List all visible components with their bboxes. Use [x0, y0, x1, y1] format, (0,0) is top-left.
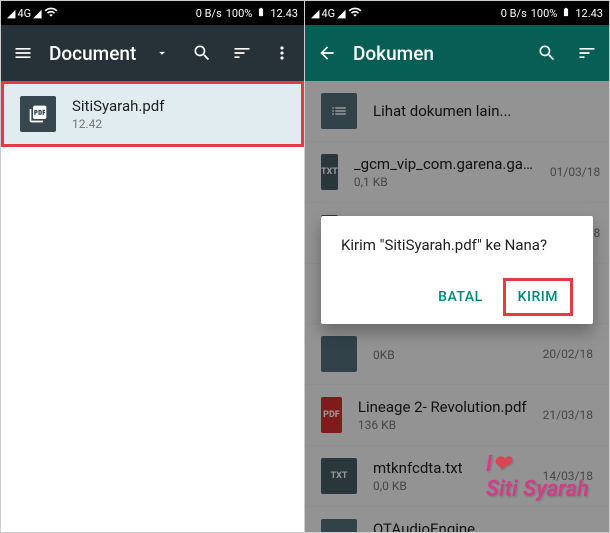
wifi-icon	[348, 5, 362, 22]
file-list: SitiSyarah.pdf 12.42	[1, 81, 304, 532]
menu-icon[interactable]	[13, 43, 33, 63]
cancel-button[interactable]: BATAL	[426, 278, 495, 316]
speed-label: 0 B/s	[196, 7, 222, 20]
signal-icon: ◢	[311, 7, 319, 20]
dialog-message: Kirim "SitiSyarah.pdf" ke Nana?	[341, 236, 573, 254]
signal-icon: ◢	[7, 7, 15, 20]
app-bar: Dokumen	[305, 25, 609, 81]
network-label: 4G	[17, 7, 31, 20]
status-bar: ◢ 4G ◢ 0 B/s 100% 12.43	[305, 1, 609, 25]
sort-icon[interactable]	[232, 43, 252, 63]
file-name: SitiSyarah.pdf	[72, 97, 285, 115]
screen-document-picker: ◢ 4G ◢ 0 B/s 100% 12.43 Document SitiSya…	[1, 1, 305, 532]
status-bar: ◢ 4G ◢ 0 B/s 100% 12.43	[1, 1, 304, 25]
appbar-title: Dokumen	[353, 42, 521, 65]
back-icon[interactable]	[317, 43, 337, 63]
appbar-title: Document	[49, 42, 136, 65]
app-bar: Document	[1, 25, 304, 81]
screen-whatsapp-document: ◢ 4G ◢ 0 B/s 100% 12.43 Dokumen Lihat do…	[305, 1, 609, 532]
wifi-icon	[44, 5, 58, 22]
send-confirm-dialog: Kirim "SitiSyarah.pdf" ke Nana? BATAL KI…	[321, 216, 593, 324]
speed-label: 0 B/s	[501, 7, 527, 20]
battery-label: 100%	[226, 7, 253, 20]
network-label: 4G	[321, 7, 335, 20]
search-icon[interactable]	[537, 43, 557, 63]
time-label: 12.43	[575, 7, 603, 20]
sort-icon[interactable]	[577, 43, 597, 63]
send-button[interactable]: KIRIM	[503, 278, 573, 316]
search-icon[interactable]	[192, 43, 212, 63]
battery-label: 100%	[531, 7, 558, 20]
pdf-icon	[20, 96, 56, 132]
file-time: 12.42	[72, 117, 285, 131]
battery-icon	[561, 5, 571, 22]
file-item-pdf[interactable]: SitiSyarah.pdf 12.42	[1, 81, 304, 147]
dropdown-icon[interactable]	[152, 43, 172, 63]
signal-icon: ◢	[337, 7, 345, 20]
battery-icon	[256, 5, 266, 22]
signal-icon: ◢	[33, 7, 41, 20]
time-label: 12.43	[270, 7, 298, 20]
watermark: I❤Siti Syarah	[486, 452, 589, 502]
more-icon[interactable]	[272, 43, 292, 63]
